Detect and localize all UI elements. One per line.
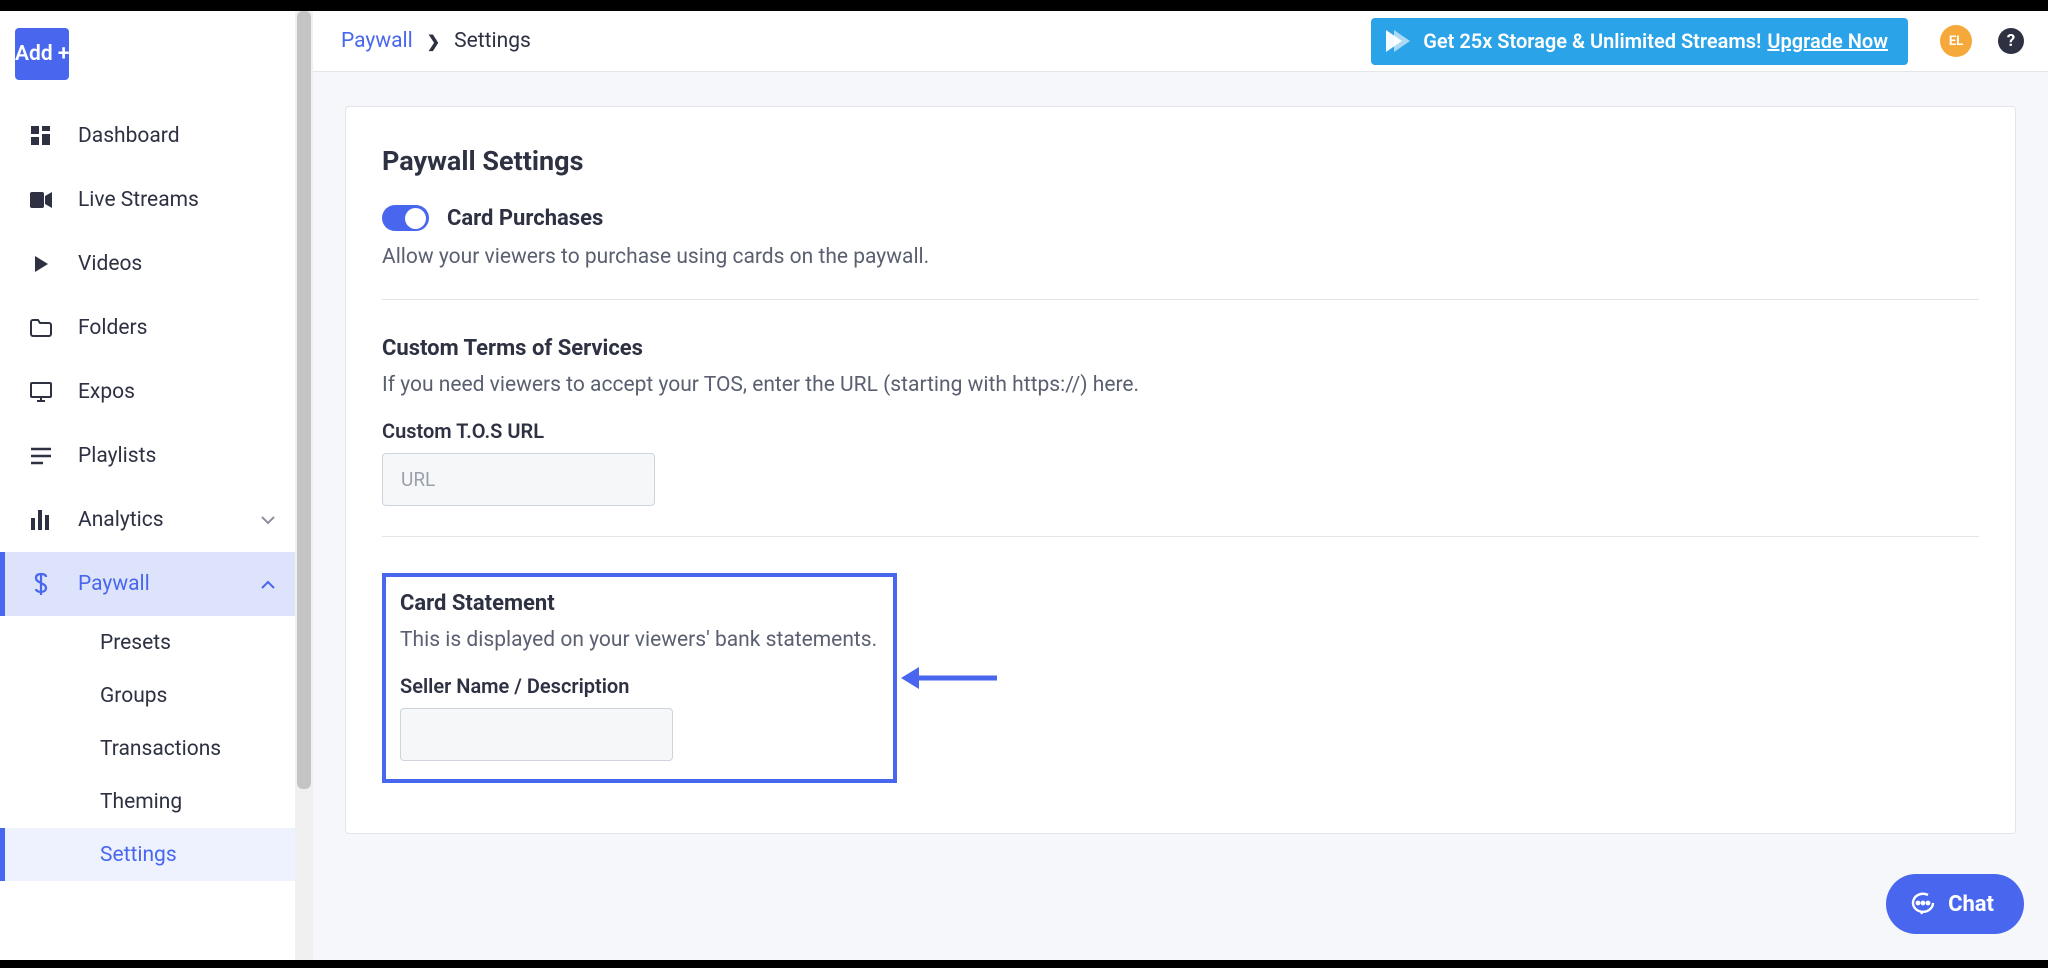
sidebar-sub-groups[interactable]: Groups [0,669,295,722]
topbar: Paywall ❯ Settings Get 25x Storage & Unl… [313,11,2048,72]
sidebar-item-label: Dashboard [78,124,180,148]
card-purchases-toggle[interactable] [382,205,429,231]
avatar[interactable]: EL [1940,25,1972,57]
sidebar-sub-transactions[interactable]: Transactions [0,722,295,775]
page-title: Paywall Settings [382,145,1979,177]
tos-section: Custom Terms of Services If you need vie… [382,336,1979,537]
promo-text: Get 25x Storage & Unlimited Streams! [1423,29,1761,53]
tos-desc: If you need viewers to accept your TOS, … [382,373,1979,397]
seller-name-input[interactable] [400,708,673,761]
sidebar-item-label: Folders [78,316,147,340]
black-bar-bottom [0,960,2048,968]
breadcrumb-current: Settings [454,29,531,53]
card-purchases-section: Card Purchases Allow your viewers to pur… [382,205,1979,300]
promo-link[interactable]: Upgrade Now [1767,29,1888,53]
sidebar-sub-settings[interactable]: Settings [0,828,295,881]
help-icon[interactable]: ? [1998,28,2024,54]
settings-panel: Paywall Settings Card Purchases Allow yo… [345,106,2016,834]
tos-url-input[interactable] [382,453,655,506]
chat-button[interactable]: Chat [1886,874,2024,934]
playlist-icon [28,447,54,465]
card-statement-highlight: Card Statement This is displayed on your… [382,573,897,783]
analytics-icon [28,510,54,530]
sidebar-item-label: Videos [78,252,142,276]
folder-icon [28,319,54,337]
monitor-icon [28,382,54,402]
chevron-up-icon [261,580,275,589]
sidebar-item-videos[interactable]: Videos [0,232,295,296]
sidebar-item-dashboard[interactable]: Dashboard [0,104,295,168]
dollar-icon [28,572,54,596]
scrollbar-thumb[interactable] [297,11,311,789]
chevron-right-icon: ❯ [427,32,440,51]
annotation-arrow-icon [897,663,997,693]
breadcrumb-parent[interactable]: Paywall [341,29,413,53]
chevron-down-icon [261,516,275,525]
sidebar-item-paywall[interactable]: Paywall [0,552,295,616]
sidebar-sub-theming[interactable]: Theming [0,775,295,828]
sidebar-item-analytics[interactable]: Analytics [0,488,295,552]
sidebar-sub-presets[interactable]: Presets [0,616,295,669]
add-button[interactable]: Add + [15,28,69,80]
camera-icon [28,192,54,208]
sidebar-item-label: Playlists [78,444,156,468]
sidebar: Add + Dashboard Live Streams Videos [0,11,295,960]
sidebar-item-expos[interactable]: Expos [0,360,295,424]
card-purchases-label: Card Purchases [447,206,603,231]
promo-banner[interactable]: Get 25x Storage & Unlimited Streams! Upg… [1371,18,1908,65]
black-bar-top [0,0,2048,11]
card-purchases-desc: Allow your viewers to purchase using car… [382,245,1979,269]
sidebar-item-label: Analytics [78,508,164,532]
sidebar-item-label: Expos [78,380,135,404]
sidebar-item-label: Paywall [78,572,150,596]
tos-heading: Custom Terms of Services [382,336,1979,361]
statement-field-label: Seller Name / Description [400,674,877,698]
promo-logo-icon [1371,18,1423,65]
chat-label: Chat [1948,892,1994,917]
sidebar-scrollbar[interactable] [295,11,313,960]
main: Paywall ❯ Settings Get 25x Storage & Unl… [313,11,2048,960]
statement-desc: This is displayed on your viewers' bank … [400,628,877,652]
sidebar-item-playlists[interactable]: Playlists [0,424,295,488]
tos-field-label: Custom T.O.S URL [382,419,1979,443]
dashboard-icon [28,126,54,146]
card-statement-section: Card Statement This is displayed on your… [382,573,1979,783]
sidebar-item-label: Live Streams [78,188,199,212]
statement-heading: Card Statement [400,591,877,616]
sidebar-nav: Dashboard Live Streams Videos Folders [0,104,295,881]
chat-icon [1910,891,1936,917]
sidebar-item-live-streams[interactable]: Live Streams [0,168,295,232]
play-icon [28,255,54,273]
sidebar-item-folders[interactable]: Folders [0,296,295,360]
